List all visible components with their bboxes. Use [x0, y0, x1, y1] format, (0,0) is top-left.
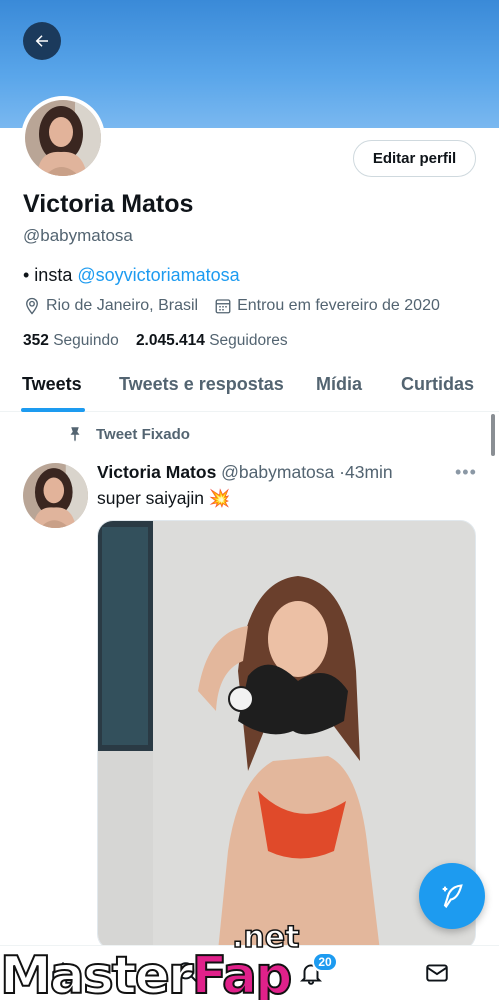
edit-profile-button[interactable]: Editar perfil [353, 140, 476, 177]
messages-icon [426, 964, 448, 982]
compose-tweet-button[interactable] [419, 863, 485, 929]
following-link[interactable]: 352 Seguindo [23, 332, 119, 349]
profile-tabs: Tweets Tweets e respostas Mídia Curtidas [0, 362, 499, 412]
watermark-master: Master [0, 946, 195, 1000]
scrollbar[interactable] [491, 414, 495, 456]
profile-location: Rio de Janeiro, Brasil [46, 297, 199, 314]
watermark: .net MasterFap [0, 919, 340, 1000]
tweet-header: Victoria Matos @babymatosa ·43min [97, 462, 393, 483]
watermark-text: MasterFap [0, 949, 293, 1000]
calendar-icon [215, 299, 231, 314]
pinned-tweet-label: Tweet Fixado [66, 425, 190, 443]
tab-media[interactable]: Mídia [316, 374, 362, 395]
followers-link[interactable]: 2.045.414 Seguidores [136, 332, 288, 349]
avatar-image [23, 463, 88, 528]
profile-handle: @babymatosa [23, 226, 133, 245]
pin-icon [70, 427, 80, 442]
avatar-image [25, 100, 101, 176]
tweet-author-avatar[interactable] [23, 463, 88, 528]
followers-count: 2.045.414 [135, 332, 205, 349]
nav-messages[interactable] [424, 960, 450, 991]
tweet-text: super saiyajin 💥 [97, 488, 231, 509]
tweet-time[interactable]: 43min [345, 462, 393, 482]
compose-feather-icon [442, 884, 463, 909]
tweet-media-image[interactable] [97, 520, 476, 950]
profile-meta: Rio de Janeiro, Brasil Entrou em feverei… [23, 297, 440, 315]
tab-tweets-and-replies[interactable]: Tweets e respostas [119, 374, 284, 395]
tweet-author-handle[interactable]: @babymatosa [221, 462, 334, 482]
tweet-body: super saiyajin [97, 488, 204, 508]
watermark-fap: Fap [191, 946, 294, 1000]
tweet-author-name[interactable]: Victoria Matos [97, 462, 216, 482]
tweet-photo [98, 521, 475, 949]
profile-bio: • insta @soyvictoriamatosa [23, 265, 240, 286]
following-label: Seguindo [53, 332, 119, 349]
tab-likes[interactable]: Curtidas [401, 374, 474, 395]
profile-follow-stats: 352 Seguindo 2.045.414 Seguidores [23, 332, 288, 350]
arrow-left-icon [35, 35, 48, 47]
followers-label: Seguidores [209, 332, 288, 349]
tab-tweets[interactable]: Tweets [22, 374, 82, 395]
profile-name: Victoria Matos [23, 190, 194, 218]
active-tab-indicator [21, 408, 85, 412]
profile-joined-date: Entrou em fevereiro de 2020 [237, 297, 440, 314]
profile-avatar[interactable] [21, 96, 105, 180]
bio-text: • insta [23, 265, 78, 285]
bio-instagram-link[interactable]: @soyvictoriamatosa [77, 265, 239, 285]
collision-emoji: 💥 [208, 488, 231, 508]
back-button[interactable] [23, 22, 61, 60]
location-pin-icon [26, 297, 38, 315]
following-count: 352 [23, 332, 49, 349]
more-dots-icon[interactable]: ••• [455, 462, 477, 483]
pinned-text: Tweet Fixado [96, 425, 190, 443]
